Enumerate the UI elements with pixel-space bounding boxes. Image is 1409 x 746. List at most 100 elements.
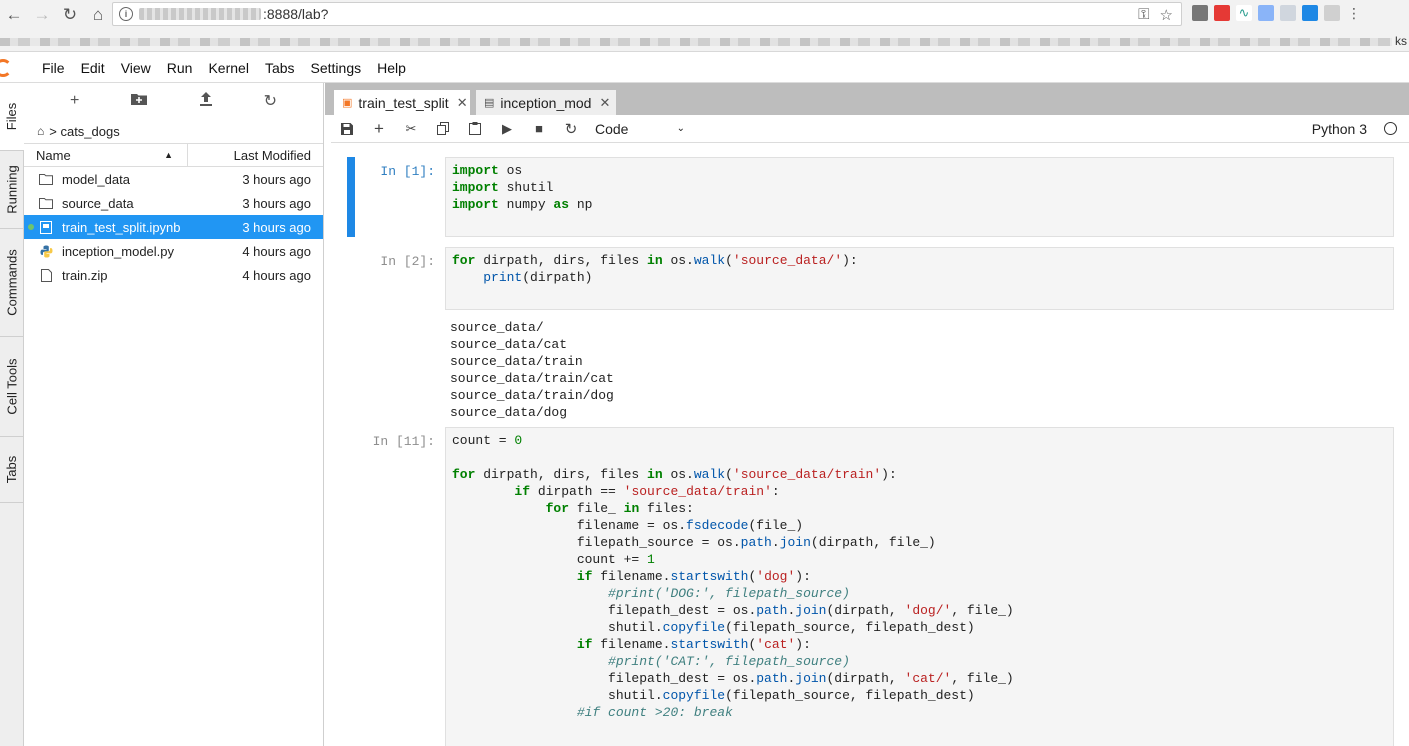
running-indicator	[28, 224, 34, 230]
menu-run[interactable]: Run	[159, 60, 201, 76]
cell-output: source_data/ source_data/cat source_data…	[450, 319, 614, 421]
home-folder-icon[interactable]: ⌂	[37, 124, 44, 138]
menu-dots-icon[interactable]: ⋮	[1346, 5, 1362, 21]
main-area: ▣ train_test_split ✕ ▤ inception_mod ✕ +…	[325, 83, 1409, 746]
code-cell[interactable]: In [2]: for dirpath, dirs, files in os.w…	[331, 247, 1409, 420]
breadcrumb-separator: >	[49, 123, 61, 139]
file-row-source-data[interactable]: source_data 3 hours ago	[24, 191, 323, 215]
code-editor[interactable]: import os import shutil import numpy as …	[445, 157, 1394, 237]
address-bar[interactable]: i :8888/lab? ⚿ ☆	[112, 2, 1182, 26]
code-line: for dirpath, dirs, files in os.walk('sou…	[452, 467, 897, 482]
output-line: source_data/cat	[450, 337, 568, 352]
extension-check-icon[interactable]	[1324, 5, 1340, 21]
code-line: #if count >20: break	[576, 705, 733, 720]
file-row-model-data[interactable]: model_data 3 hours ago	[24, 167, 323, 191]
code-line: print(dirpath)	[483, 270, 593, 285]
key-icon[interactable]: ⚿	[1138, 6, 1149, 24]
code-cell[interactable]: In [11]: count = 0 for dirpath, dirs, fi…	[331, 427, 1409, 746]
menu-kernel[interactable]: Kernel	[200, 60, 256, 76]
file-row-train-test-split[interactable]: train_test_split.ipynb 3 hours ago	[24, 215, 323, 239]
forward-icon[interactable]: →	[28, 1, 56, 29]
column-last-modified[interactable]: Last Modified	[188, 148, 323, 163]
folder-icon	[38, 197, 54, 209]
star-icon[interactable]: ☆	[1160, 6, 1173, 24]
copy-icon[interactable]	[427, 122, 459, 135]
tab-train-test-split[interactable]: ▣ train_test_split ✕	[333, 89, 471, 115]
column-name[interactable]: Name ▲	[24, 144, 188, 166]
file-row-inception-model[interactable]: inception_model.py 4 hours ago	[24, 239, 323, 263]
code-line: if filename.startswith('cat'):	[576, 637, 811, 652]
cell-prompt: In [2]:	[380, 254, 435, 269]
code-line: import numpy as np	[452, 197, 593, 212]
code-line: #print('DOG:', filepath_source)	[608, 586, 850, 601]
cut-icon[interactable]: ✂	[395, 121, 427, 137]
left-sidebar-tabs: Files Running Commands Cell Tools Tabs	[0, 83, 24, 746]
breadcrumb: ⌂ > cats_dogs	[24, 119, 323, 143]
code-line: for dirpath, dirs, files in os.walk('sou…	[452, 253, 858, 268]
run-icon[interactable]: ▶	[491, 121, 523, 137]
code-editor[interactable]: count = 0 for dirpath, dirs, files in os…	[445, 427, 1394, 746]
code-cell[interactable]: In [1]: import os import shutil import n…	[331, 157, 1409, 237]
address-url: :8888/lab?	[263, 6, 329, 22]
tab-files[interactable]: Files	[0, 83, 24, 151]
tab-inception-mod[interactable]: ▤ inception_mod ✕	[475, 89, 617, 115]
code-editor[interactable]: for dirpath, dirs, files in os.walk('sou…	[445, 247, 1394, 310]
menu-edit[interactable]: Edit	[73, 60, 113, 76]
cell-prompt: In [1]:	[380, 164, 435, 179]
menu-file[interactable]: File	[34, 60, 73, 76]
file-icon: ▤	[484, 97, 495, 109]
upload-icon[interactable]	[199, 91, 212, 111]
dropbox-icon[interactable]	[1280, 5, 1296, 21]
stop-icon[interactable]: ■	[523, 121, 555, 136]
code-line: filepath_dest = os.path.join(dirpath, 'd…	[452, 603, 1014, 618]
code-line: shutil.copyfile(filepath_source, filepat…	[452, 620, 975, 635]
extension-a-icon[interactable]	[1258, 5, 1274, 21]
pocket-icon[interactable]	[1192, 5, 1208, 21]
restart-icon[interactable]: ↻	[555, 120, 587, 138]
trello-icon[interactable]	[1302, 5, 1318, 21]
menu-help[interactable]: Help	[369, 60, 414, 76]
tab-running[interactable]: Running	[0, 151, 24, 229]
paste-icon[interactable]	[459, 122, 491, 135]
kernel-name[interactable]: Python 3	[1312, 121, 1367, 137]
back-icon[interactable]: ←	[0, 1, 28, 29]
breadcrumb-folder[interactable]: cats_dogs	[60, 124, 119, 139]
file-browser: + ↻ ⌂ > cats_dogs Name ▲ Last Modified m…	[24, 83, 324, 746]
home-icon[interactable]: ⌂	[84, 1, 112, 29]
bookmarks-overflow[interactable]: ks	[1395, 34, 1407, 48]
bookmarks-bar: ks	[0, 30, 1409, 52]
notebook-icon: ▣	[342, 97, 353, 109]
blurred-bookmarks	[0, 38, 1392, 46]
reload-icon[interactable]: ↻	[56, 1, 84, 29]
menu-tabs[interactable]: Tabs	[257, 60, 303, 76]
notebook-toolbar: + ✂ ▶ ■ ↻ Code ⌄ Python 3	[331, 115, 1409, 143]
cell-prompt: In [11]:	[372, 434, 435, 449]
kernel-status-icon	[1384, 122, 1397, 135]
close-icon[interactable]: ✕	[457, 95, 468, 111]
code-line: count = 0	[452, 433, 523, 448]
code-line: if dirpath == 'source_data/train':	[514, 484, 780, 499]
menu-view[interactable]: View	[113, 60, 159, 76]
tab-commands[interactable]: Commands	[0, 229, 24, 337]
code-line: filename = os.fsdecode(file_)	[452, 518, 804, 533]
tab-tabs[interactable]: Tabs	[0, 437, 24, 503]
refresh-icon[interactable]: ↻	[264, 91, 277, 111]
new-launcher-icon[interactable]: +	[70, 92, 79, 110]
extension-wave-icon[interactable]: ∿	[1236, 5, 1252, 21]
tab-cell-tools[interactable]: Cell Tools	[0, 337, 24, 437]
output-line: source_data/	[450, 320, 544, 335]
insert-cell-icon[interactable]: +	[363, 119, 395, 139]
close-icon[interactable]: ✕	[599, 95, 610, 111]
code-line: filepath_source = os.path.join(dirpath, …	[452, 535, 936, 550]
file-row-train-zip[interactable]: train.zip 4 hours ago	[24, 263, 323, 287]
save-icon[interactable]	[331, 122, 363, 135]
sort-caret-icon: ▲	[164, 150, 173, 160]
output-line: source_data/dog	[450, 405, 568, 420]
file-browser-toolbar: + ↻	[24, 83, 323, 119]
flipboard-icon[interactable]	[1214, 5, 1230, 21]
new-folder-icon[interactable]	[131, 92, 148, 110]
menu-settings[interactable]: Settings	[303, 60, 370, 76]
blurred-host	[139, 8, 261, 20]
info-icon[interactable]: i	[119, 7, 133, 21]
cell-type-select[interactable]: Code ⌄	[595, 121, 685, 137]
